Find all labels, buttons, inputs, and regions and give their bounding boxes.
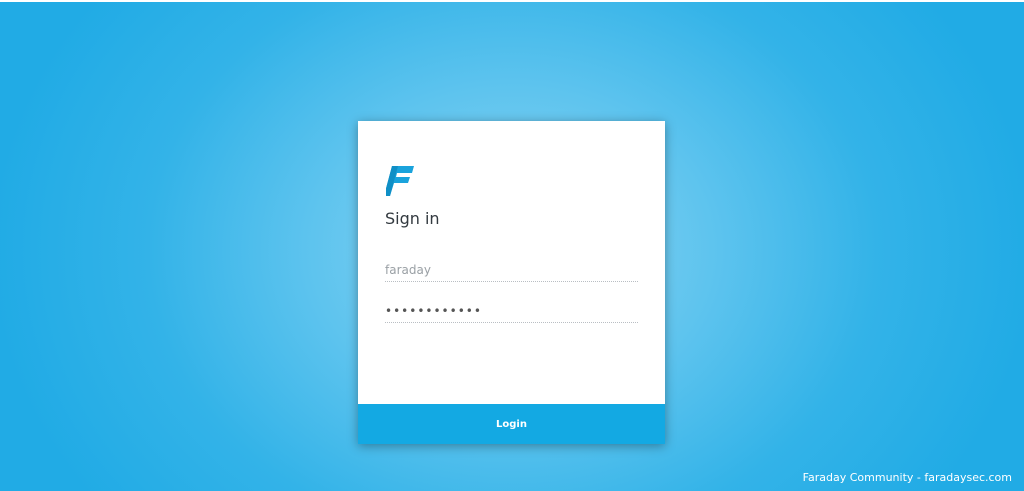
login-card: Sign in Login — [358, 121, 665, 444]
username-input[interactable] — [385, 259, 638, 282]
password-input[interactable] — [385, 300, 638, 323]
page-title: Sign in — [385, 209, 440, 228]
faraday-logo-icon — [386, 166, 414, 196]
top-border — [0, 0, 1024, 2]
footer-credit: Faraday Community - faradaysec.com — [802, 471, 1012, 484]
login-button[interactable]: Login — [358, 404, 665, 444]
